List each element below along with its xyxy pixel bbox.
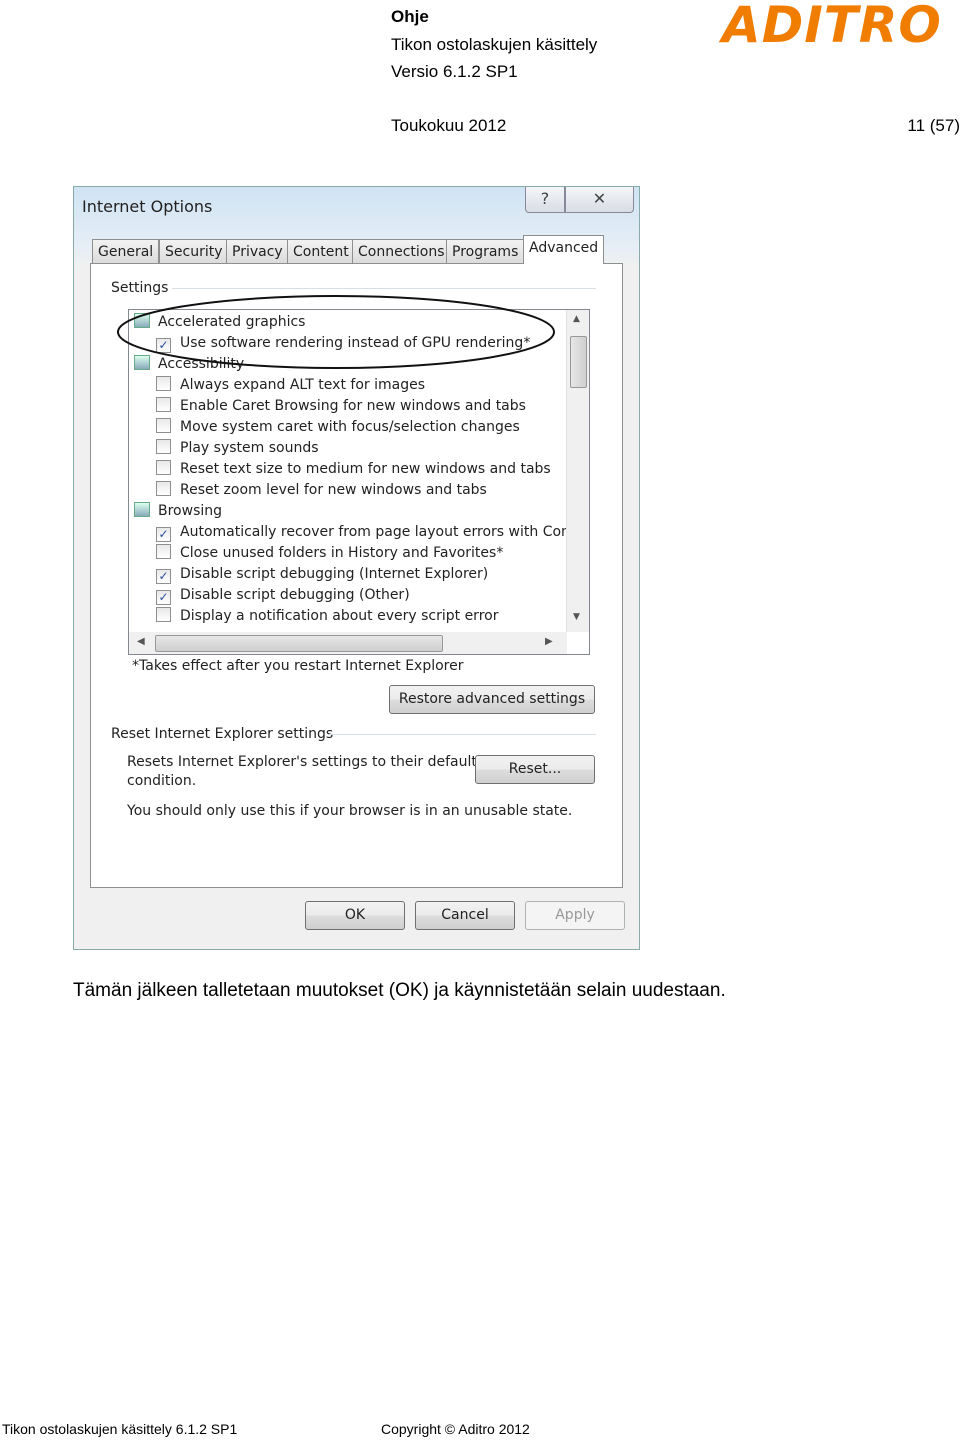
- option-label: Move system caret with focus/selection c…: [180, 419, 520, 435]
- settings-category: Browsing: [134, 501, 222, 522]
- option-label: Reset text size to medium for new window…: [180, 461, 551, 477]
- reset-button[interactable]: Reset...: [475, 755, 595, 784]
- checkbox[interactable]: ✓: [156, 527, 171, 542]
- settings-option[interactable]: ✓ Disable script debugging (Internet Expl…: [156, 564, 488, 585]
- question-icon[interactable]: ?: [525, 187, 565, 213]
- reset-description: Resets Internet Explorer's settings to t…: [127, 754, 477, 770]
- settings-option[interactable]: Play system sounds: [156, 438, 319, 459]
- tab-security[interactable]: Security: [159, 239, 229, 263]
- page-number: 11 (57): [907, 116, 960, 135]
- category-icon: [134, 502, 150, 517]
- reset-description-cont: condition.: [127, 773, 197, 789]
- scroll-down-icon[interactable]: ▼: [573, 612, 580, 622]
- close-icon[interactable]: ✕: [565, 187, 634, 213]
- hscroll-thumb[interactable]: [155, 635, 443, 652]
- divider: [172, 288, 596, 289]
- scroll-right-icon[interactable]: ▶: [545, 636, 553, 647]
- dialog-title: Internet Options: [82, 197, 213, 216]
- vertical-scrollbar[interactable]: ▲ ▼: [566, 310, 589, 632]
- restore-advanced-settings-button[interactable]: Restore advanced settings: [389, 685, 595, 714]
- option-label: Automatically recover from page layout e…: [180, 524, 584, 540]
- footer-copyright: Copyright © Aditro 2012: [381, 1421, 530, 1437]
- checkbox[interactable]: ✓: [156, 590, 171, 605]
- option-label: Reset zoom level for new windows and tab…: [180, 482, 487, 498]
- tab-programs[interactable]: Programs: [446, 239, 525, 263]
- divider: [329, 734, 596, 735]
- checkbox[interactable]: [156, 376, 171, 391]
- checkbox[interactable]: [156, 607, 171, 622]
- annotation-ellipse: [117, 295, 555, 369]
- aditro-logo: ADITRO: [722, 0, 942, 54]
- internet-options-dialog: Internet Options ? ✕ General Security Pr…: [73, 186, 640, 950]
- checkbox[interactable]: [156, 460, 171, 475]
- tab-general[interactable]: General: [92, 239, 160, 263]
- tab-content[interactable]: Content: [287, 239, 355, 263]
- settings-option[interactable]: ✓ Automatically recover from page layout …: [156, 522, 584, 543]
- checkbox[interactable]: [156, 418, 171, 433]
- option-label: Enable Caret Browsing for new windows an…: [180, 398, 526, 414]
- settings-option[interactable]: ✓ Disable script debugging (Other): [156, 585, 410, 606]
- reset-warning: You should only use this if your browser…: [127, 803, 573, 819]
- option-label: Close unused folders in History and Favo…: [180, 545, 504, 561]
- checkbox[interactable]: [156, 439, 171, 454]
- cancel-button[interactable]: Cancel: [415, 901, 515, 930]
- option-label: Play system sounds: [180, 440, 319, 456]
- tab-connections[interactable]: Connections: [352, 239, 451, 263]
- settings-option[interactable]: Close unused folders in History and Favo…: [156, 543, 503, 564]
- option-label: Disable script debugging (Other): [180, 587, 410, 603]
- settings-option[interactable]: Always expand ALT text for images: [156, 375, 425, 396]
- doc-date: Toukokuu 2012: [391, 116, 507, 135]
- scroll-left-icon[interactable]: ◀: [137, 636, 145, 647]
- settings-option[interactable]: Reset text size to medium for new window…: [156, 459, 551, 480]
- doc-title: Tikon ostolaskujen käsittely: [391, 35, 598, 54]
- horizontal-scrollbar[interactable]: ◀ ▶: [129, 632, 567, 654]
- option-label: Browsing: [158, 503, 223, 519]
- option-label: Disable script debugging (Internet Explo…: [180, 566, 489, 582]
- restart-note: *Takes effect after you restart Internet…: [132, 658, 464, 674]
- settings-option[interactable]: Display a notification about every scrip…: [156, 606, 498, 627]
- apply-button[interactable]: Apply: [525, 901, 625, 930]
- doc-type: Ohje: [391, 7, 429, 26]
- document-page: Ohje Tikon ostolaskujen käsittely Versio…: [0, 0, 960, 1440]
- option-label: Always expand ALT text for images: [180, 377, 425, 393]
- settings-option[interactable]: Move system caret with focus/selection c…: [156, 417, 520, 438]
- checkbox[interactable]: ✓: [156, 569, 171, 584]
- ok-button[interactable]: OK: [305, 901, 405, 930]
- footer-left: Tikon ostolaskujen käsittely 6.1.2 SP1: [2, 1421, 238, 1437]
- scroll-up-icon[interactable]: ▲: [573, 314, 580, 324]
- settings-option[interactable]: Enable Caret Browsing for new windows an…: [156, 396, 526, 417]
- checkbox[interactable]: [156, 544, 171, 559]
- doc-version: Versio 6.1.2 SP1: [391, 62, 518, 81]
- checkbox[interactable]: [156, 481, 171, 496]
- scroll-thumb[interactable]: [570, 336, 587, 388]
- checkbox[interactable]: [156, 397, 171, 412]
- option-label: Display a notification about every scrip…: [180, 608, 499, 624]
- tab-advanced[interactable]: Advanced: [523, 235, 605, 264]
- body-text: Tämän jälkeen talletetaan muutokset (OK)…: [73, 980, 726, 1001]
- reset-group-label: Reset Internet Explorer settings: [111, 726, 334, 742]
- settings-option[interactable]: Reset zoom level for new windows and tab…: [156, 480, 487, 501]
- tab-privacy[interactable]: Privacy: [226, 239, 289, 263]
